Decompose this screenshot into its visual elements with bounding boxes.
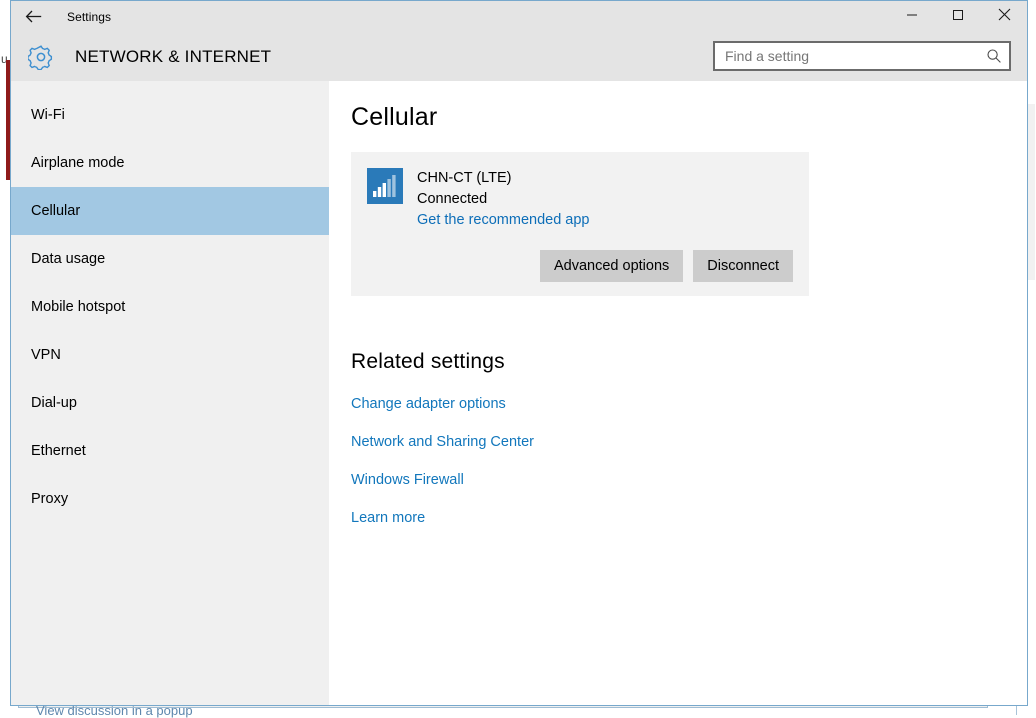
sidebar-item-vpn[interactable]: VPN [11, 331, 329, 379]
back-arrow-icon [25, 10, 42, 23]
window-titlebar: Settings [11, 1, 1027, 32]
sidebar-item-label: Airplane mode [31, 155, 125, 171]
sidebar-item-proxy[interactable]: Proxy [11, 475, 329, 523]
change-adapter-options-link[interactable]: Change adapter options [351, 396, 506, 412]
sidebar-item-label: Ethernet [31, 443, 86, 459]
learn-more-link[interactable]: Learn more [351, 510, 425, 526]
advanced-options-button[interactable]: Advanced options [540, 250, 683, 282]
minimize-button[interactable] [889, 1, 935, 32]
sidebar-item-cellular[interactable]: Cellular [11, 187, 329, 235]
back-button[interactable] [11, 1, 55, 32]
connection-summary: CHN-CT (LTE) Connected Get the recommend… [367, 168, 793, 232]
minimize-icon [906, 8, 918, 26]
page-category-title: NETWORK & INTERNET [75, 47, 271, 67]
windows-firewall-link[interactable]: Windows Firewall [351, 472, 464, 488]
connection-actions: Advanced options Disconnect [367, 250, 793, 282]
maximize-button[interactable] [935, 1, 981, 32]
search-input[interactable] [715, 48, 979, 64]
get-recommended-app-link[interactable]: Get the recommended app [417, 210, 590, 231]
connection-details: CHN-CT (LTE) Connected Get the recommend… [417, 168, 590, 232]
sidebar-item-label: Cellular [31, 203, 80, 219]
close-icon [998, 8, 1011, 26]
sidebar-item-airplane-mode[interactable]: Airplane mode [11, 139, 329, 187]
related-settings-title: Related settings [351, 350, 1027, 374]
window-controls [889, 1, 1027, 32]
search-icon[interactable] [979, 48, 1009, 64]
network-and-sharing-center-link[interactable]: Network and Sharing Center [351, 434, 534, 450]
connection-name: CHN-CT (LTE) [417, 168, 590, 189]
maximize-icon [952, 8, 964, 26]
settings-body: Wi-Fi Airplane mode Cellular Data usage … [11, 81, 1027, 705]
search-box[interactable] [713, 41, 1011, 71]
sidebar-item-wi-fi[interactable]: Wi-Fi [11, 91, 329, 139]
sidebar-item-ethernet[interactable]: Ethernet [11, 427, 329, 475]
related-settings-section: Related settings Change adapter options … [351, 350, 1027, 526]
close-button[interactable] [981, 1, 1027, 32]
sidebar-item-data-usage[interactable]: Data usage [11, 235, 329, 283]
sidebar-item-label: Data usage [31, 251, 105, 267]
sidebar-item-dial-up[interactable]: Dial-up [11, 379, 329, 427]
connection-status: Connected [417, 189, 590, 210]
sidebar-item-mobile-hotspot[interactable]: Mobile hotspot [11, 283, 329, 331]
settings-content: Cellular CHN-CT (LTE) Con [329, 81, 1027, 705]
settings-sidebar: Wi-Fi Airplane mode Cellular Data usage … [11, 81, 329, 705]
sidebar-item-label: Dial-up [31, 395, 77, 411]
page-title: Cellular [351, 103, 1027, 132]
gear-icon [19, 44, 63, 70]
sidebar-item-label: VPN [31, 347, 61, 363]
sidebar-item-label: Mobile hotspot [31, 299, 125, 315]
settings-header: NETWORK & INTERNET [11, 32, 1027, 81]
sidebar-item-label: Proxy [31, 491, 68, 507]
window-title: Settings [67, 10, 111, 24]
cellular-signal-icon [367, 168, 403, 204]
disconnect-button[interactable]: Disconnect [693, 250, 793, 282]
sidebar-item-label: Wi-Fi [31, 107, 65, 123]
settings-window: Settings [10, 0, 1028, 706]
cellular-connection-card: CHN-CT (LTE) Connected Get the recommend… [351, 152, 809, 296]
